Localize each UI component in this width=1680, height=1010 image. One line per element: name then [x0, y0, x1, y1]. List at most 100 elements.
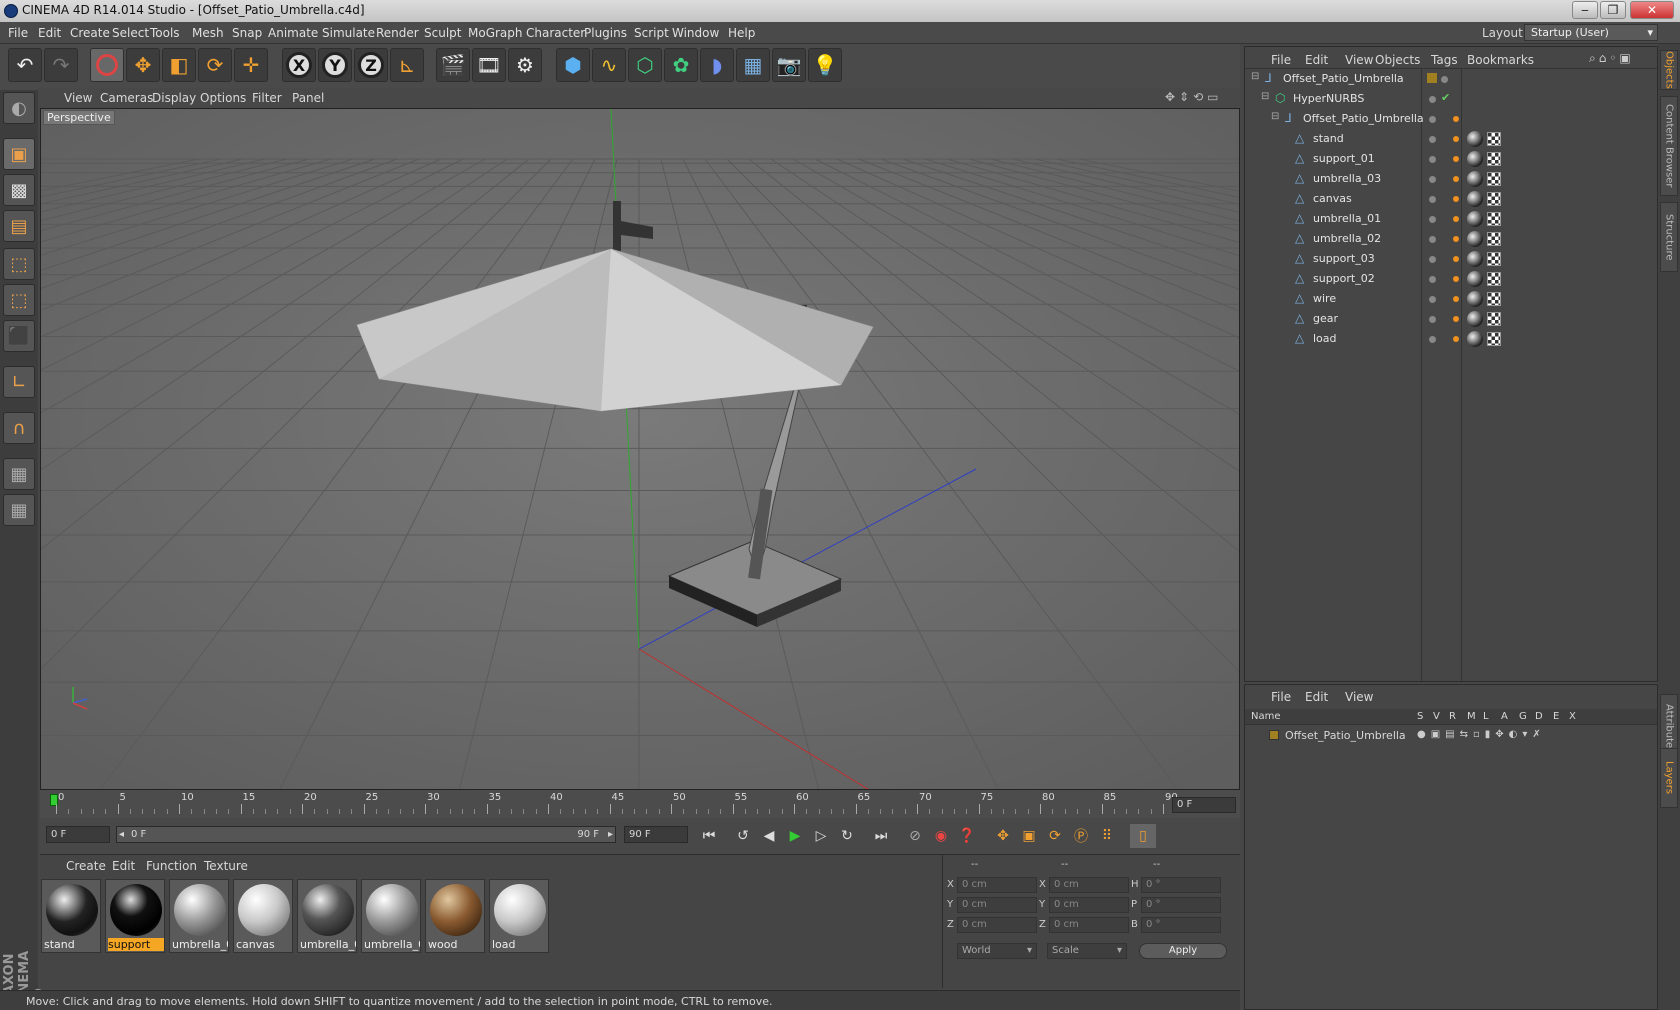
- x-axis-button[interactable]: X: [282, 48, 316, 82]
- layer-column-e[interactable]: E: [1553, 711, 1559, 722]
- visibility-dot[interactable]: [1429, 156, 1436, 163]
- apply-button[interactable]: Apply: [1139, 943, 1227, 959]
- menu-snap[interactable]: Snap: [232, 26, 262, 40]
- maximize-button[interactable]: ❐: [1600, 1, 1626, 19]
- side-tab-structure[interactable]: Structure: [1660, 202, 1678, 272]
- coord-field[interactable]: 0 cm: [1049, 897, 1129, 913]
- phong-tag-icon[interactable]: [1453, 196, 1459, 202]
- layer-column-g[interactable]: G: [1519, 711, 1527, 722]
- record-keys-icon[interactable]: ⊘: [902, 824, 928, 848]
- object-row[interactable]: △ load: [1245, 329, 1657, 349]
- viewport-menu-filter[interactable]: Filter: [252, 91, 282, 105]
- coord-field[interactable]: 0 cm: [957, 877, 1037, 893]
- go-to-end-icon[interactable]: ⏭: [868, 824, 894, 848]
- visibility-dot[interactable]: [1429, 176, 1436, 183]
- coord-field[interactable]: 0 cm: [1049, 877, 1129, 893]
- coord-field[interactable]: 0 cm: [957, 897, 1037, 913]
- object-menu-view[interactable]: View: [1345, 53, 1373, 67]
- object-row[interactable]: △ canvas: [1245, 189, 1657, 209]
- material-tag-icon[interactable]: [1467, 311, 1483, 327]
- undo-icon[interactable]: ↶: [8, 48, 42, 82]
- world-dropdown[interactable]: World ▾: [957, 943, 1037, 959]
- object-menu-tags[interactable]: Tags: [1431, 53, 1458, 67]
- object-row[interactable]: △ support_02: [1245, 269, 1657, 289]
- visibility-dot[interactable]: [1429, 276, 1436, 283]
- visibility-dot[interactable]: [1441, 76, 1448, 83]
- layer-column-d[interactable]: D: [1535, 711, 1543, 722]
- object-row[interactable]: △ stand: [1245, 129, 1657, 149]
- expand-icon[interactable]: ⊟: [1261, 91, 1269, 102]
- y-axis-button[interactable]: Y: [318, 48, 352, 82]
- material-menu-function[interactable]: Function: [146, 859, 197, 873]
- material-tag-icon[interactable]: [1467, 131, 1483, 147]
- timeline-ruler[interactable]: 051015202530354045505560657075808590 0 F: [40, 790, 1240, 818]
- key-scale-icon[interactable]: ▣: [1016, 824, 1042, 848]
- points-mode-icon[interactable]: ⬚: [3, 248, 35, 280]
- texture-tag-icon[interactable]: [1487, 332, 1501, 346]
- edges-mode-icon[interactable]: ⬚: [3, 284, 35, 316]
- layer-column-x[interactable]: X: [1569, 711, 1576, 722]
- menu-edit[interactable]: Edit: [38, 26, 61, 40]
- timeline-icon[interactable]: ▯: [1130, 824, 1156, 848]
- rotate-icon[interactable]: ⟳: [198, 48, 232, 82]
- material-menu-edit[interactable]: Edit: [112, 859, 135, 873]
- menu-mograph[interactable]: MoGraph: [468, 26, 523, 40]
- start-frame-field[interactable]: 0 F: [46, 826, 110, 843]
- scale-dropdown[interactable]: Scale ▾: [1047, 943, 1127, 959]
- perspective-viewport[interactable]: Perspective: [40, 108, 1240, 790]
- live-select-icon[interactable]: [90, 48, 124, 82]
- texture-tag-icon[interactable]: [1487, 152, 1501, 166]
- viewport-menu-options[interactable]: Options: [200, 91, 246, 105]
- object-menu-file[interactable]: File: [1271, 53, 1291, 67]
- layer-swatch[interactable]: [1427, 73, 1437, 83]
- menu-window[interactable]: Window: [672, 26, 719, 40]
- render-view-icon[interactable]: 🎬: [436, 48, 470, 82]
- visibility-dot[interactable]: [1429, 336, 1436, 343]
- scale-icon[interactable]: ◧: [162, 48, 196, 82]
- material-wood[interactable]: wood: [425, 879, 485, 953]
- deformer-icon[interactable]: ◗: [700, 48, 734, 82]
- material-umbrella_0[interactable]: umbrella_0: [169, 879, 229, 953]
- coord-field[interactable]: 0 cm: [957, 917, 1037, 933]
- material-tag-icon[interactable]: [1467, 211, 1483, 227]
- material-tag-icon[interactable]: [1467, 271, 1483, 287]
- texture-tag-icon[interactable]: [1487, 292, 1501, 306]
- layer-column-l[interactable]: L: [1483, 711, 1489, 722]
- phong-tag-icon[interactable]: [1453, 256, 1459, 262]
- key-position-icon[interactable]: ✥: [990, 824, 1016, 848]
- previous-key-icon[interactable]: ↺: [730, 824, 756, 848]
- menu-create[interactable]: Create: [70, 26, 110, 40]
- material-stand[interactable]: stand: [41, 879, 101, 953]
- menu-simulate[interactable]: Simulate: [322, 26, 375, 40]
- layer-menu-edit[interactable]: Edit: [1305, 690, 1328, 704]
- next-frame-icon[interactable]: ▷: [808, 824, 834, 848]
- object-row[interactable]: △ umbrella_03: [1245, 169, 1657, 189]
- menu-mesh[interactable]: Mesh: [192, 26, 224, 40]
- phong-tag-icon[interactable]: [1453, 296, 1459, 302]
- minimize-button[interactable]: ‒: [1572, 1, 1598, 19]
- layer-color-swatch[interactable]: [1269, 730, 1279, 740]
- phong-tag-icon[interactable]: [1453, 176, 1459, 182]
- cube-icon[interactable]: ⬢: [556, 48, 590, 82]
- previous-frame-icon[interactable]: ◀: [756, 824, 782, 848]
- material-umbrella_0[interactable]: umbrella_0: [361, 879, 421, 953]
- menu-character[interactable]: Character: [526, 26, 585, 40]
- keyframe-selection-icon[interactable]: ❓: [954, 824, 980, 848]
- texture-tag-icon[interactable]: [1487, 272, 1501, 286]
- menu-animate[interactable]: Animate: [268, 26, 318, 40]
- object-row[interactable]: ⊟ ⬡ HyperNURBS ✔: [1245, 89, 1657, 109]
- material-load[interactable]: load: [489, 879, 549, 953]
- floor-icon[interactable]: ▦: [736, 48, 770, 82]
- spline-icon[interactable]: ∿: [592, 48, 626, 82]
- next-key-icon[interactable]: ↻: [834, 824, 860, 848]
- material-menu-texture[interactable]: Texture: [204, 859, 248, 873]
- axis-mode-icon[interactable]: ∟: [3, 366, 35, 398]
- object-row[interactable]: △ support_03: [1245, 249, 1657, 269]
- viewport-menu-panel[interactable]: Panel: [292, 91, 324, 105]
- light-icon[interactable]: 💡: [808, 48, 842, 82]
- menu-script[interactable]: Script: [634, 26, 669, 40]
- viewport-menu-view[interactable]: View: [64, 91, 92, 105]
- phong-tag-icon[interactable]: [1453, 216, 1459, 222]
- viewport-menu-display[interactable]: Display: [152, 91, 196, 105]
- snap-icon[interactable]: ∩: [3, 412, 35, 444]
